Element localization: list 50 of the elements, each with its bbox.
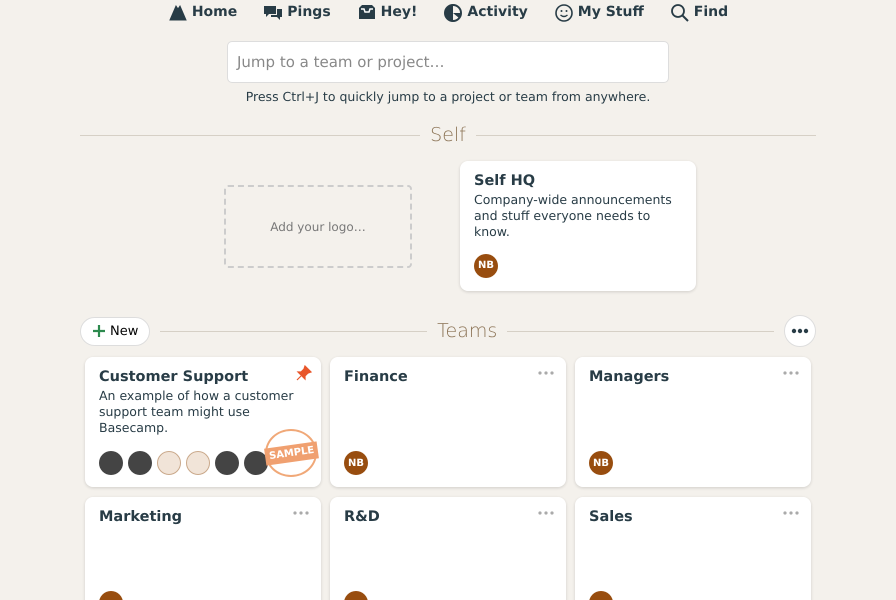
- card-title: Customer Support: [99, 369, 248, 387]
- card-title: Managers: [589, 369, 670, 387]
- avatar: NB: [589, 451, 613, 476]
- team-card[interactable]: Sales: [575, 497, 811, 600]
- section-heading: Self: [430, 122, 466, 148]
- shortcut-hint: Press Ctrl+J to quickly jump to a project or team from anywhere.: [244, 88, 652, 106]
- ellipsis-icon: [293, 510, 309, 515]
- nav-link[interactable]: Pings: [263, 2, 331, 23]
- avatar-photo-placeholder: [244, 451, 268, 476]
- avatar: NB: [344, 451, 368, 476]
- logo-upload-area[interactable]: Add your logo…: [224, 185, 412, 268]
- ellipsis-icon: [791, 328, 810, 334]
- jump-search-field[interactable]: Jump to a team or project…: [227, 41, 669, 83]
- avatar-photo-placeholder: [128, 451, 152, 476]
- ellipsis-icon: [783, 510, 799, 515]
- plus-icon: [92, 324, 106, 338]
- card-description: An example of how a customer support team might use Basecamp.: [99, 388, 295, 436]
- tent-icon: [168, 2, 188, 22]
- card-title: Self HQ: [474, 173, 536, 191]
- card-title: R&D: [344, 509, 380, 527]
- ellipsis-icon: [538, 510, 554, 515]
- half-circle-icon: [443, 2, 464, 22]
- hq-card[interactable]: Self HQ Company-wide announcements and stuff everyone needs to know. NB: [460, 161, 696, 292]
- avatar-photo-placeholder: [215, 451, 239, 476]
- team-card[interactable]: R&D: [330, 497, 566, 600]
- team-card[interactable]: Finance NB: [330, 357, 566, 488]
- nav-link[interactable]: Home: [168, 2, 238, 23]
- ellipsis-icon: [538, 370, 554, 375]
- more-options-button[interactable]: [784, 315, 816, 348]
- section-heading: Teams: [437, 319, 498, 344]
- avatar-illustration-placeholder: [157, 451, 181, 476]
- new-button[interactable]: New: [80, 316, 150, 346]
- nav-link[interactable]: Find: [670, 2, 728, 23]
- nav-link[interactable]: Activity: [443, 2, 528, 23]
- stamp-label: SAMPLE: [264, 442, 320, 466]
- avatar-illustration-placeholder: [186, 451, 210, 476]
- nav-link[interactable]: My Stuff: [554, 2, 644, 23]
- card-title: Finance: [344, 369, 408, 387]
- team-card[interactable]: Customer Support An example of how a customer support team might use Basecamp. SAMPLE: [85, 357, 321, 488]
- card-title: Sales: [589, 509, 633, 527]
- team-card[interactable]: Marketing: [85, 497, 321, 600]
- smiley-face-icon: [554, 2, 574, 22]
- avatar: NB: [474, 254, 498, 278]
- card-description: Company-wide announcements and stuff everyone needs to know.: [474, 192, 673, 240]
- team-card[interactable]: Managers NB: [575, 357, 811, 488]
- ellipsis-icon: [783, 370, 799, 375]
- avatar-photo-placeholder: [99, 451, 123, 476]
- search-icon: [670, 2, 690, 22]
- nav-link[interactable]: Hey!: [356, 2, 418, 23]
- card-title: Marketing: [99, 509, 182, 527]
